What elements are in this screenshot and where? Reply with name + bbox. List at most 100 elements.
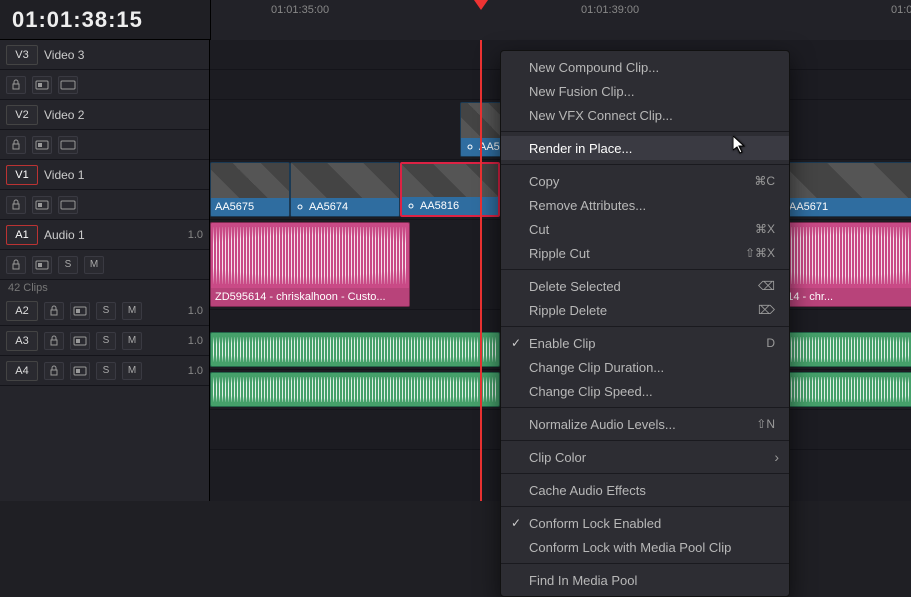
context-menu-item[interactable]: Delete Selected⌫	[501, 274, 789, 298]
track-name[interactable]: Video 2	[44, 108, 203, 122]
mute-button[interactable]: M	[84, 256, 104, 274]
auto-select-icon[interactable]	[32, 136, 52, 154]
timeline-clip[interactable]	[210, 372, 500, 407]
timeline-clip[interactable]: 5614 - chr...	[770, 222, 911, 307]
context-menu-item[interactable]: New Compound Clip...	[501, 55, 789, 79]
menu-separator	[501, 131, 789, 132]
video-track-selector[interactable]: V1	[6, 165, 38, 185]
video-track-selector[interactable]: V3	[6, 45, 38, 65]
track-level: 1.0	[188, 305, 203, 317]
audio-track-selector[interactable]: A3	[6, 331, 38, 351]
timeline-clip[interactable]: AA5816	[400, 162, 500, 217]
track-display-icon[interactable]	[58, 136, 78, 154]
context-menu-item[interactable]: Cut⌘X	[501, 217, 789, 241]
lock-icon[interactable]	[6, 256, 26, 274]
track-level: 1.0	[188, 229, 203, 241]
solo-button[interactable]: S	[96, 332, 116, 350]
timeline-ruler[interactable]: 01:01:35:00 01:01:39:00 01:01:43:00	[210, 0, 911, 40]
link-icon	[406, 201, 416, 211]
menu-item-label: Render in Place...	[529, 141, 632, 156]
context-menu-item[interactable]: Ripple Cut⇧⌘X	[501, 241, 789, 265]
lock-icon[interactable]	[44, 362, 64, 380]
auto-select-icon[interactable]	[32, 256, 52, 274]
mute-button[interactable]: M	[122, 332, 142, 350]
auto-select-icon[interactable]	[70, 362, 90, 380]
context-menu-item[interactable]: Copy⌘C	[501, 169, 789, 193]
menu-item-label: Cut	[529, 222, 549, 237]
context-menu-item[interactable]: Conform Lock with Media Pool Clip	[501, 535, 789, 559]
auto-select-icon[interactable]	[70, 302, 90, 320]
context-menu-item[interactable]: New Fusion Clip...	[501, 79, 789, 103]
timeline-clip[interactable]: ZD595614 - chriskalhoon - Custo...	[210, 222, 410, 307]
track-display-icon[interactable]	[58, 196, 78, 214]
lock-icon[interactable]	[6, 196, 26, 214]
video-track-selector[interactable]: V2	[6, 105, 38, 125]
menu-item-shortcut: ⌫	[758, 279, 775, 293]
playhead-marker-icon[interactable]	[474, 0, 488, 14]
audio-track-selector[interactable]: A1	[6, 225, 38, 245]
menu-item-label: Enable Clip	[529, 336, 596, 351]
timeline-clip[interactable]: AA5675	[210, 162, 290, 217]
playhead-line[interactable]	[480, 40, 482, 501]
menu-item-label: Change Clip Speed...	[529, 384, 653, 399]
auto-select-icon[interactable]	[32, 76, 52, 94]
clip-name: ZD595614 - chriskalhoon - Custo...	[215, 291, 386, 303]
menu-item-label: Change Clip Duration...	[529, 360, 664, 375]
menu-item-label: Conform Lock with Media Pool Clip	[529, 540, 731, 555]
ruler-tick: 01:01:39:00	[581, 4, 639, 16]
auto-select-icon[interactable]	[70, 332, 90, 350]
waveform-icon	[211, 373, 499, 406]
context-menu-item[interactable]: New VFX Connect Clip...	[501, 103, 789, 127]
context-menu-item[interactable]: Change Clip Duration...	[501, 355, 789, 379]
menu-item-label: Cache Audio Effects	[529, 483, 646, 498]
context-menu-item[interactable]: Change Clip Speed...	[501, 379, 789, 403]
audio-track-selector[interactable]: A2	[6, 301, 38, 321]
timeline-clip[interactable]	[210, 332, 500, 367]
menu-separator	[501, 506, 789, 507]
solo-button[interactable]: S	[58, 256, 78, 274]
context-menu-item[interactable]: Enable Clip D	[501, 331, 789, 355]
ruler-tick: 01:01:35:00	[271, 4, 329, 16]
track-name[interactable]: Video 1	[44, 168, 203, 182]
lock-icon[interactable]	[44, 302, 64, 320]
waveform-icon	[771, 333, 911, 366]
context-menu-item[interactable]: Normalize Audio Levels... ⇧N	[501, 412, 789, 436]
timeline-clip[interactable]: AA5674	[290, 162, 400, 217]
waveform-icon	[211, 223, 409, 288]
timeline-clip[interactable]: AA5671	[770, 162, 911, 217]
waveform-icon	[211, 333, 499, 366]
menu-separator	[501, 407, 789, 408]
track-name[interactable]: Video 3	[44, 48, 203, 62]
lock-icon[interactable]	[6, 76, 26, 94]
track-display-icon[interactable]	[58, 76, 78, 94]
timeline-clip[interactable]	[770, 372, 911, 407]
menu-item-shortcut: D	[766, 336, 775, 350]
menu-item-label: Find In Media Pool	[529, 573, 637, 588]
menu-item-shortcut: ⇧⌘X	[745, 246, 775, 260]
menu-item-label: New Compound Clip...	[529, 60, 659, 75]
context-menu-item[interactable]: Ripple Delete⌦	[501, 298, 789, 322]
auto-select-icon[interactable]	[32, 196, 52, 214]
menu-item-label: Normalize Audio Levels...	[529, 417, 676, 432]
mute-button[interactable]: M	[122, 302, 142, 320]
lock-icon[interactable]	[44, 332, 64, 350]
mute-button[interactable]: M	[122, 362, 142, 380]
context-menu-item[interactable]: Find In Media Pool	[501, 568, 789, 592]
menu-separator	[501, 440, 789, 441]
audio-track-selector[interactable]: A4	[6, 361, 38, 381]
menu-item-shortcut: ⇧N	[756, 417, 775, 431]
context-menu[interactable]: New Compound Clip... New Fusion Clip...Ne…	[500, 50, 790, 597]
clip-name: AA5675	[215, 201, 254, 213]
context-menu-item[interactable]: Clip Color	[501, 445, 789, 469]
context-menu-item[interactable]: Conform Lock Enabled	[501, 511, 789, 535]
track-headers-panel: V3 Video 3 V2 Video 2 V1 Video 1 A1 Audio 1 1.0 S…	[0, 40, 210, 501]
clip-thumbnail	[771, 163, 911, 198]
context-menu-item[interactable]: Remove Attributes...	[501, 193, 789, 217]
lock-icon[interactable]	[6, 136, 26, 154]
solo-button[interactable]: S	[96, 362, 116, 380]
track-name[interactable]: Audio 1	[44, 228, 182, 242]
timeline-clip[interactable]	[770, 332, 911, 367]
context-menu-item[interactable]: Cache Audio Effects	[501, 478, 789, 502]
ruler-tick: 01:01:43:00	[891, 4, 911, 16]
solo-button[interactable]: S	[96, 302, 116, 320]
